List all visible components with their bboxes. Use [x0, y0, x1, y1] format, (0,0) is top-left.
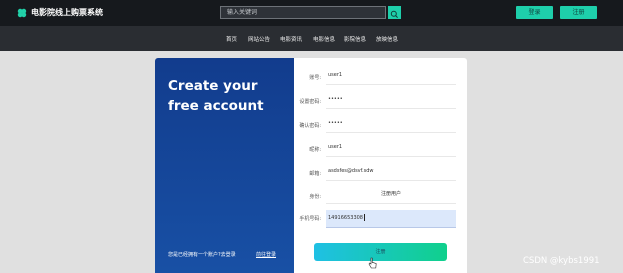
account-input[interactable]: user1	[326, 67, 456, 85]
search-input[interactable]: 输入关键词	[220, 6, 386, 19]
nav-item-notice[interactable]: 网站公告	[248, 35, 270, 43]
password-label: 设置密码:	[299, 99, 321, 105]
confirm-password-label: 确认密码:	[299, 123, 321, 129]
email-input[interactable]: asdsfes@dsvf.sdw	[326, 163, 456, 181]
text-caret	[364, 214, 365, 221]
account-label: 账号:	[309, 75, 321, 81]
role-label: 身份:	[309, 194, 321, 200]
role-select[interactable]: 注册用户	[326, 186, 456, 204]
nickname-label: 昵称:	[309, 147, 321, 153]
login-hint[interactable]: 您是已经拥有一个账户?去登录	[168, 251, 236, 258]
card-title: Create your free account	[168, 78, 264, 114]
nickname-input[interactable]: user1	[326, 139, 456, 157]
password-input[interactable]: •••••	[326, 91, 456, 109]
nav-item-home[interactable]: 首页	[226, 35, 237, 43]
phone-input[interactable]: 14916653308	[326, 210, 456, 228]
search-button[interactable]	[388, 6, 401, 19]
phone-label: 手机号码:	[299, 216, 321, 222]
nav-item-screening-info[interactable]: 放映信息	[376, 35, 398, 43]
phone-input-value: 14916653308	[328, 215, 363, 221]
search-icon	[390, 10, 398, 18]
confirm-password-input[interactable]: •••••	[326, 115, 456, 133]
register-button[interactable]: 注册	[560, 6, 597, 19]
email-label: 邮箱:	[309, 171, 321, 177]
top-bar: 电影院线上购票系统 输入关键词 登录 注册	[0, 0, 623, 26]
nav-item-movie-info[interactable]: 电影信息	[313, 35, 335, 43]
nav-bar: 首页 网站公告 电影资讯 电影信息 影院信息 放映信息	[0, 26, 623, 51]
site-title: 电影院线上购票系统	[31, 8, 103, 17]
nav-item-cinema-info[interactable]: 影院信息	[344, 35, 366, 43]
nav-item-movie-news[interactable]: 电影资讯	[280, 35, 302, 43]
login-button[interactable]: 登录	[516, 6, 553, 19]
login-link[interactable]: 前往登录	[256, 251, 276, 258]
watermark: CSDN @kybs1991	[523, 256, 600, 266]
register-submit-button[interactable]: 注册	[314, 243, 447, 261]
hand-cursor-icon	[368, 257, 377, 269]
clover-logo-icon	[17, 8, 27, 18]
